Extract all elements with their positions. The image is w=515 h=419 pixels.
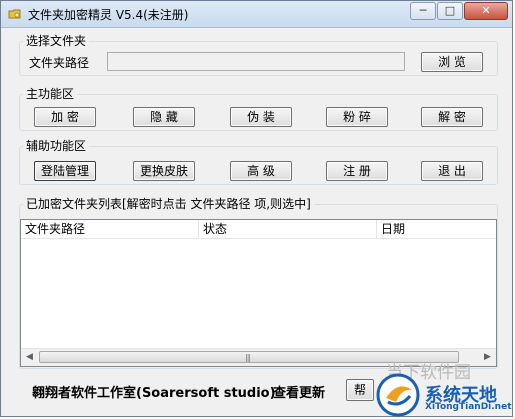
minimize-icon: ─ — [419, 4, 427, 17]
scroll-left-icon[interactable]: ◀ — [21, 349, 38, 366]
close-button[interactable]: ✕ — [464, 2, 508, 20]
close-icon: ✕ — [481, 4, 491, 17]
minimize-button[interactable]: ─ — [410, 2, 436, 20]
folder-key-icon — [8, 9, 21, 19]
folder-path-label: 文件夹路径 — [29, 56, 90, 70]
login-manage-button[interactable]: 登陆管理 — [34, 161, 96, 181]
check-update-link[interactable]: 查看更新 — [273, 382, 325, 401]
decrypt-button[interactable]: 解 密 — [421, 107, 483, 127]
column-header-date[interactable]: 日期 — [377, 220, 496, 238]
browse-button[interactable]: 浏 览 — [421, 52, 483, 72]
advanced-button[interactable]: 高 级 — [230, 161, 292, 181]
encrypt-button[interactable]: 加 密 — [34, 107, 96, 127]
scroll-right-icon[interactable]: ▶ — [479, 349, 496, 366]
encrypted-folder-list[interactable]: 文件夹路径 状态 日期 ◀ ||| ▶ — [20, 219, 497, 367]
column-header-path[interactable]: 文件夹路径 — [21, 220, 199, 238]
encrypted-list-legend: 已加密文件夹列表[解密时点击 文件夹路径 项,则选中] — [26, 197, 311, 211]
maximize-icon: □ — [444, 4, 456, 17]
studio-link[interactable]: 翱翔者软件工作室(Soarersoft studio) — [32, 382, 276, 401]
scrollbar-grip-icon: ||| — [245, 353, 251, 362]
watermark-brand-url: XiTongTianDi.net — [425, 402, 512, 412]
folder-path-input[interactable] — [107, 52, 405, 71]
exit-button[interactable]: 退 出 — [421, 161, 483, 181]
auxiliary-function-legend: 辅助功能区 — [26, 139, 87, 153]
app-window: 文件夹加密精灵 V5.4(未注册) ─ □ ✕ 选择文件夹 文件夹路径 浏 览 … — [0, 0, 513, 417]
hide-button[interactable]: 隐 藏 — [133, 107, 195, 127]
change-skin-button[interactable]: 更换皮肤 — [133, 161, 195, 181]
window-title: 文件夹加密精灵 V5.4(未注册) — [28, 8, 189, 22]
maximize-button[interactable]: □ — [437, 2, 463, 20]
main-function-legend: 主功能区 — [26, 87, 75, 101]
help-button[interactable]: 帮 — [346, 379, 374, 401]
select-folder-legend: 选择文件夹 — [26, 34, 87, 48]
register-button[interactable]: 注 册 — [326, 161, 388, 181]
column-header-status[interactable]: 状态 — [199, 220, 377, 238]
title-bar[interactable]: 文件夹加密精灵 V5.4(未注册) ─ □ ✕ — [1, 1, 512, 28]
disguise-button[interactable]: 伪 装 — [230, 107, 292, 127]
shred-button[interactable]: 粉 碎 — [326, 107, 388, 127]
list-header: 文件夹路径 状态 日期 — [21, 220, 496, 239]
